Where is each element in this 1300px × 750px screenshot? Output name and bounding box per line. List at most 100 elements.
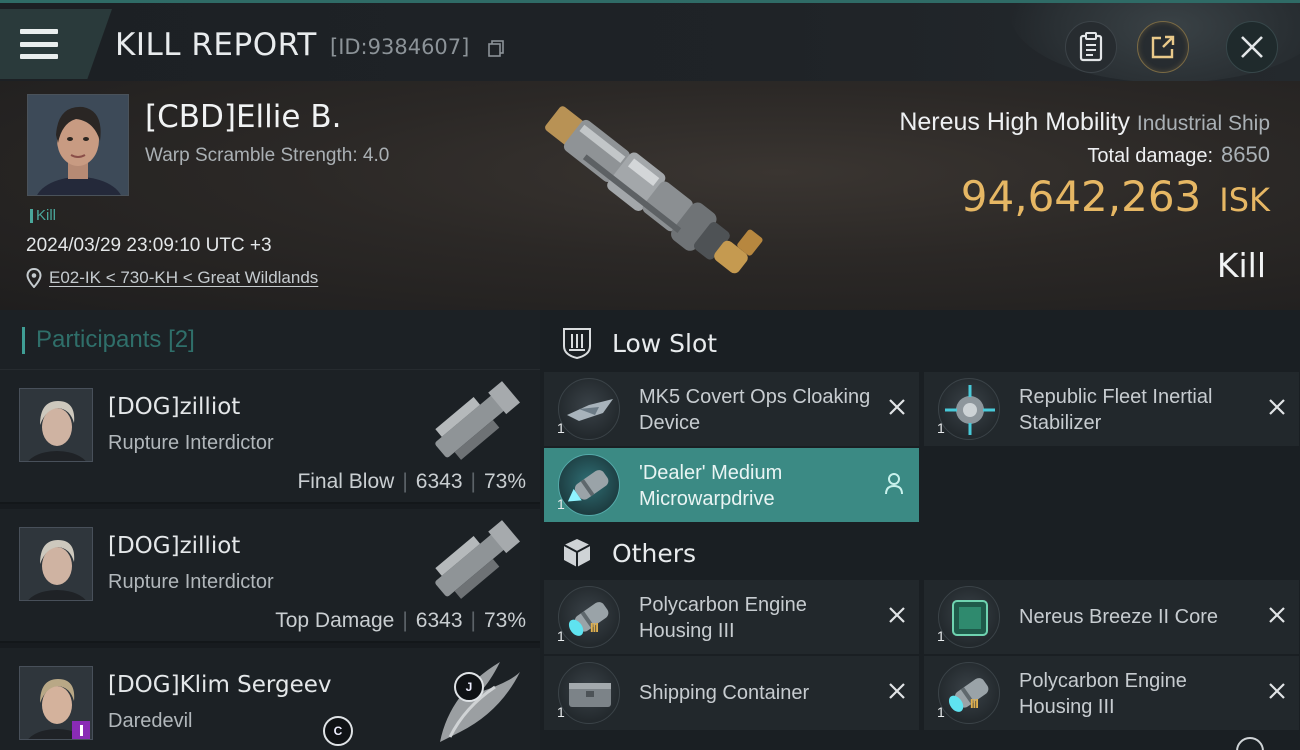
participant-name[interactable]: [DOG]zilliot xyxy=(108,394,240,420)
item-thumbnail xyxy=(558,662,620,724)
item-quantity: 1 xyxy=(937,420,945,436)
item-tier: III xyxy=(970,696,979,711)
isk-unit: ISK xyxy=(1219,181,1270,219)
top-bar: KILL REPORT [ID:9384607] xyxy=(0,3,1300,83)
avatar xyxy=(19,666,93,740)
person-icon[interactable] xyxy=(883,472,905,496)
item-tier: III xyxy=(590,620,599,635)
participant-ship: Daredevil xyxy=(108,710,193,732)
participant-percent: 73% xyxy=(483,609,526,632)
location-text[interactable]: E02-IK < 730-KH < Great Wildlands xyxy=(49,268,318,288)
low-slot-title: Low Slot xyxy=(612,328,718,358)
fitting-item[interactable]: III 1 Polycarbon Engine Housing III xyxy=(924,656,1299,730)
participant-damage: 6343 xyxy=(415,470,463,493)
location-pin-icon xyxy=(26,268,42,288)
destroyed-icon xyxy=(889,683,905,699)
victim-ship-name[interactable]: Nereus High Mobility Industrial Ship xyxy=(899,108,1270,137)
kill-result: Kill xyxy=(1216,246,1266,285)
isk-amount: 94,642,263 xyxy=(960,172,1202,221)
total-damage-value: 8650 xyxy=(1221,142,1270,167)
participant-percent: 73% xyxy=(483,470,526,493)
victim-name[interactable]: [CBD]Ellie B. xyxy=(145,99,341,135)
ship-class: Industrial Ship xyxy=(1136,112,1270,135)
participant-ship-image xyxy=(435,520,521,599)
participant-name[interactable]: [DOG]zilliot xyxy=(108,533,240,559)
participant-row[interactable]: [DOG]Klim Sergeev Daredevil J C xyxy=(0,648,540,750)
report-id: [ID:9384607] xyxy=(330,35,470,59)
item-quantity: 1 xyxy=(937,628,945,644)
share-icon xyxy=(1151,35,1175,59)
item-thumbnail xyxy=(558,378,620,440)
participant-row[interactable]: [DOG]zilliot Rupture Interdictor Final B… xyxy=(0,370,540,504)
copy-icon[interactable] xyxy=(488,40,505,57)
share-button[interactable] xyxy=(1137,21,1189,73)
fitting-item[interactable]: III 1 Polycarbon Engine Housing III xyxy=(544,580,919,654)
participants-header: Participants [2] xyxy=(0,310,540,370)
fitting-item[interactable]: 1 Nereus Breeze II Core xyxy=(924,580,1299,654)
others-section: Others xyxy=(540,522,1300,584)
menu-button[interactable] xyxy=(0,9,112,79)
cargo-box-icon xyxy=(563,539,591,567)
clipboard-icon xyxy=(1079,32,1103,62)
close-icon xyxy=(1241,36,1263,58)
item-quantity: 1 xyxy=(557,496,565,512)
fitting-item-selected[interactable]: 1 'Dealer' Medium Microwarpdrive xyxy=(544,448,919,522)
fitting-item[interactable]: 1 Shipping Container xyxy=(544,656,919,730)
avatar xyxy=(19,388,93,462)
item-thumbnail xyxy=(938,662,1000,724)
item-name: Republic Fleet Inertial Stabilizer xyxy=(1019,386,1213,434)
isk-value: 94,642,263 ISK xyxy=(961,172,1270,221)
item-name: Polycarbon Engine Housing III xyxy=(1019,670,1187,718)
item-thumbnail xyxy=(558,586,620,648)
item-quantity: 1 xyxy=(557,704,565,720)
fitting-item[interactable]: 1 Republic Fleet Inertial Stabilizer xyxy=(924,372,1299,446)
victim-portrait xyxy=(27,94,129,196)
participant-ship: Rupture Interdictor xyxy=(108,571,274,593)
page-title: KILL REPORT xyxy=(115,27,317,63)
others-title: Others xyxy=(612,538,697,568)
destroyed-icon xyxy=(1269,683,1285,699)
badge-c: C xyxy=(323,716,353,746)
item-quantity: 1 xyxy=(557,420,565,436)
destroyed-icon xyxy=(889,399,905,415)
participant-ship: Rupture Interdictor xyxy=(108,432,274,454)
destroyed-icon xyxy=(1269,399,1285,415)
close-button[interactable] xyxy=(1226,21,1278,73)
participants-panel: Participants [2] [DOG]zilliot Rupture In… xyxy=(0,310,540,750)
participant-stats: Final Blow | 6343 | 73% xyxy=(297,470,526,493)
low-slot-section: Low Slot xyxy=(540,312,1300,374)
item-thumbnail xyxy=(938,378,1000,440)
participant-stats: Top Damage | 6343 | 73% xyxy=(275,609,526,632)
participant-ship-image xyxy=(435,381,521,460)
badge-j: J xyxy=(454,672,484,702)
participant-damage: 6343 xyxy=(415,609,463,632)
total-damage-label: Total damage: xyxy=(1087,145,1214,167)
location-link[interactable]: E02-IK < 730-KH < Great Wildlands xyxy=(26,268,318,288)
participant-row[interactable]: [DOG]zilliot Rupture Interdictor Top Dam… xyxy=(0,509,540,643)
item-name: Nereus Breeze II Core xyxy=(1019,606,1218,628)
item-name: MK5 Covert Ops Cloaking Device xyxy=(639,386,871,434)
fittings-panel: Low Slot 1 MK5 Covert Ops Cloaking Devic… xyxy=(540,310,1300,750)
item-name: Polycarbon Engine Housing III xyxy=(639,594,807,642)
warp-scramble-strength: Warp Scramble Strength: 4.0 xyxy=(145,145,390,166)
participants-count: [2] xyxy=(168,326,195,353)
item-thumbnail xyxy=(558,454,620,516)
item-name: 'Dealer' Medium Microwarpdrive xyxy=(639,462,783,510)
participants-title: Participants [2] xyxy=(36,326,195,353)
item-quantity: 1 xyxy=(557,628,565,644)
low-slot-icon xyxy=(563,328,591,360)
participant-name[interactable]: [DOG]Klim Sergeev xyxy=(108,672,331,698)
destroyed-icon xyxy=(1269,607,1285,623)
fitting-item[interactable]: 1 MK5 Covert Ops Cloaking Device xyxy=(544,372,919,446)
kill-tag: Kill xyxy=(30,207,56,224)
total-damage: Total damage: 8650 xyxy=(1087,142,1270,168)
kill-datetime: 2024/03/29 23:09:10 UTC +3 xyxy=(26,235,272,256)
item-name: Shipping Container xyxy=(639,682,810,704)
avatar xyxy=(19,527,93,601)
participant-role: Top Damage xyxy=(275,609,395,632)
kill-tag-label: Kill xyxy=(36,207,57,224)
clipboard-button[interactable] xyxy=(1065,21,1117,73)
item-thumbnail xyxy=(938,586,1000,648)
destroyed-icon xyxy=(889,607,905,623)
item-quantity: 1 xyxy=(937,704,945,720)
